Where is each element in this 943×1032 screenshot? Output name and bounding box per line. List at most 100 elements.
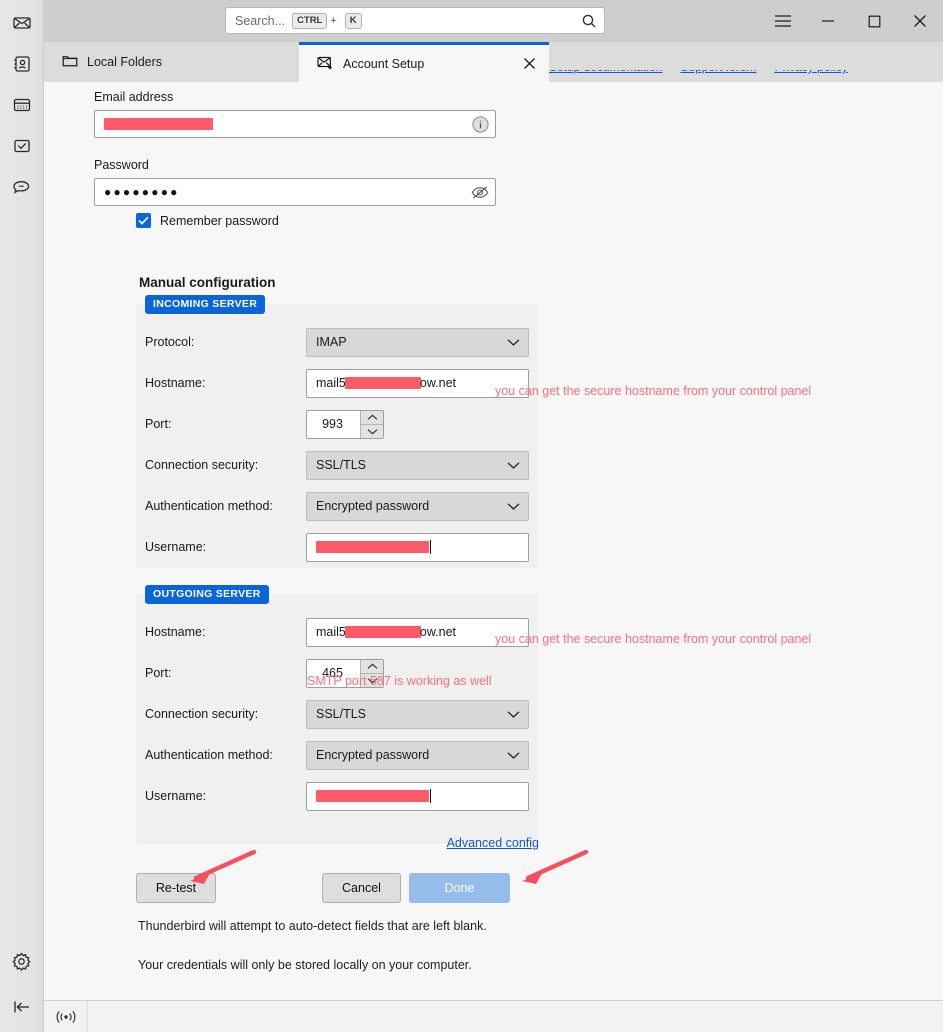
search-placeholder: Search... (235, 13, 286, 28)
incoming-connection-security-select[interactable]: SSL/TLS (306, 450, 529, 480)
incoming-hostname-suffix: ow.net (419, 376, 457, 390)
title-bar: Search... CTRL + K (44, 0, 943, 42)
annotation-arrow-done (522, 849, 589, 884)
tab-account-setup[interactable]: Account Setup (299, 42, 549, 82)
outgoing-port-increment[interactable] (361, 659, 383, 674)
outgoing-hostname-suffix: ow.net (419, 625, 457, 639)
outgoing-username-label: Username: (145, 789, 207, 803)
email-field[interactable] (94, 110, 496, 138)
footnote-autodetect: Thunderbird will attempt to auto-detect … (138, 919, 487, 933)
incoming-hostname-label: Hostname: (145, 376, 206, 390)
settings-gear-icon[interactable] (7, 946, 37, 976)
email-redaction (104, 118, 213, 130)
mail-icon[interactable] (7, 8, 37, 38)
password-field[interactable]: ●●●●●●●● (94, 178, 496, 206)
account-setup-form: Email address Password ●●●●●●●● Remember… (44, 82, 943, 1000)
thunderbird-window: Search... CTRL + K Local Folders Account… (0, 0, 943, 1032)
link-privacy-policy[interactable]: Privacy policy (774, 70, 847, 74)
kbd-ctrl: CTRL (292, 12, 328, 29)
incoming-port-label: Port: (145, 417, 172, 431)
hamburger-menu-icon[interactable] (761, 0, 805, 42)
outgoing-connection-security-select[interactable]: SSL/TLS (306, 699, 529, 729)
maximize-icon[interactable] (851, 0, 897, 42)
chevron-down-icon (507, 751, 520, 760)
password-value: ●●●●●●●● (104, 185, 180, 199)
link-setup-documentation[interactable]: Setup documentation (549, 70, 662, 74)
outgoing-username-redaction (316, 790, 429, 802)
incoming-hostname-note: you can get the secure hostname from you… (495, 384, 812, 398)
incoming-port-value: 993 (322, 417, 343, 431)
folder-icon (62, 54, 78, 71)
incoming-protocol-select[interactable]: IMAP (306, 327, 529, 357)
outgoing-username-row: Username: (136, 781, 538, 811)
outgoing-connection-security-row: Connection security: SSL/TLS (136, 699, 538, 729)
password-label: Password (94, 158, 149, 172)
cancel-button[interactable]: Cancel (322, 873, 401, 903)
address-book-icon[interactable] (7, 49, 37, 79)
incoming-hostname-row: Hostname: mail5 ow.net (136, 368, 538, 398)
minimize-icon[interactable] (805, 0, 851, 42)
incoming-port-row: Port: 993 (136, 409, 538, 439)
chevron-down-icon (507, 502, 520, 511)
outgoing-auth-method-value: Encrypted password (316, 748, 430, 762)
info-icon[interactable] (472, 115, 489, 133)
incoming-username-input[interactable] (306, 532, 529, 562)
outgoing-server-badge: OUTGOING SERVER (145, 585, 269, 604)
incoming-auth-method-select[interactable]: Encrypted password (306, 491, 529, 521)
chevron-down-icon (507, 710, 520, 719)
outgoing-auth-method-label: Authentication method: (145, 748, 273, 762)
remember-password-row[interactable]: Remember password (136, 213, 279, 228)
incoming-username-redaction (316, 541, 429, 553)
kbd-plus: + (330, 14, 337, 27)
app-icon-rail (0, 0, 44, 1032)
chevron-down-icon (507, 338, 520, 347)
tab-close-icon[interactable] (519, 54, 539, 74)
tab-local-folders[interactable]: Local Folders (44, 42, 299, 82)
outgoing-auth-method-select[interactable]: Encrypted password (306, 740, 529, 770)
search-input[interactable]: Search... CTRL + K (225, 7, 605, 34)
calendar-icon[interactable] (7, 90, 37, 120)
incoming-protocol-row: Protocol: IMAP (136, 327, 538, 357)
email-group: Email address (94, 90, 496, 138)
window-controls (761, 0, 943, 42)
remember-password-label: Remember password (160, 213, 279, 228)
collapse-panel-icon[interactable] (7, 992, 37, 1022)
email-label: Email address (94, 90, 174, 104)
incoming-port-decrement[interactable] (361, 424, 383, 438)
incoming-port-increment[interactable] (361, 410, 383, 425)
status-bar (44, 1000, 943, 1032)
incoming-server-badge: INCOMING SERVER (145, 295, 266, 314)
tasks-icon[interactable] (7, 131, 37, 161)
link-support-forum[interactable]: Support forum (680, 70, 756, 74)
incoming-port-spinner[interactable]: 993 (306, 409, 384, 439)
outgoing-connection-security-value: SSL/TLS (316, 707, 367, 721)
text-caret (430, 540, 431, 554)
connectivity-icon[interactable] (44, 1001, 88, 1032)
outgoing-auth-method-row: Authentication method: Encrypted passwor… (136, 740, 538, 770)
incoming-connection-security-label: Connection security: (145, 458, 259, 472)
outgoing-port-note: SMTP port 587 is working as well (307, 674, 492, 688)
done-button[interactable]: Done (409, 873, 510, 903)
incoming-protocol-value: IMAP (316, 335, 347, 349)
eye-off-icon[interactable] (471, 185, 489, 200)
incoming-hostname-prefix: mail5 (316, 376, 346, 390)
close-icon[interactable] (897, 0, 943, 42)
chevron-down-icon (507, 461, 520, 470)
incoming-connection-security-row: Connection security: SSL/TLS (136, 450, 538, 480)
outgoing-username-input[interactable] (306, 781, 529, 811)
outgoing-hostname-prefix: mail5 (316, 625, 346, 639)
incoming-auth-method-label: Authentication method: (145, 499, 273, 513)
annotation-arrow-retest (190, 849, 257, 884)
remember-password-checkbox[interactable] (136, 213, 151, 228)
incoming-username-row: Username: (136, 532, 538, 562)
incoming-username-label: Username: (145, 540, 207, 554)
text-caret (430, 789, 431, 803)
new-mail-icon (317, 55, 334, 73)
incoming-auth-method-row: Authentication method: Encrypted passwor… (136, 491, 538, 521)
outgoing-hostname-label: Hostname: (145, 625, 206, 639)
outgoing-hostname-row: Hostname: mail5 ow.net (136, 617, 538, 647)
search-icon (581, 13, 597, 29)
incoming-server-panel: INCOMING SERVER Protocol: IMAP Hostname: (136, 295, 538, 568)
incoming-auth-method-value: Encrypted password (316, 499, 430, 513)
chat-icon[interactable] (7, 172, 37, 202)
